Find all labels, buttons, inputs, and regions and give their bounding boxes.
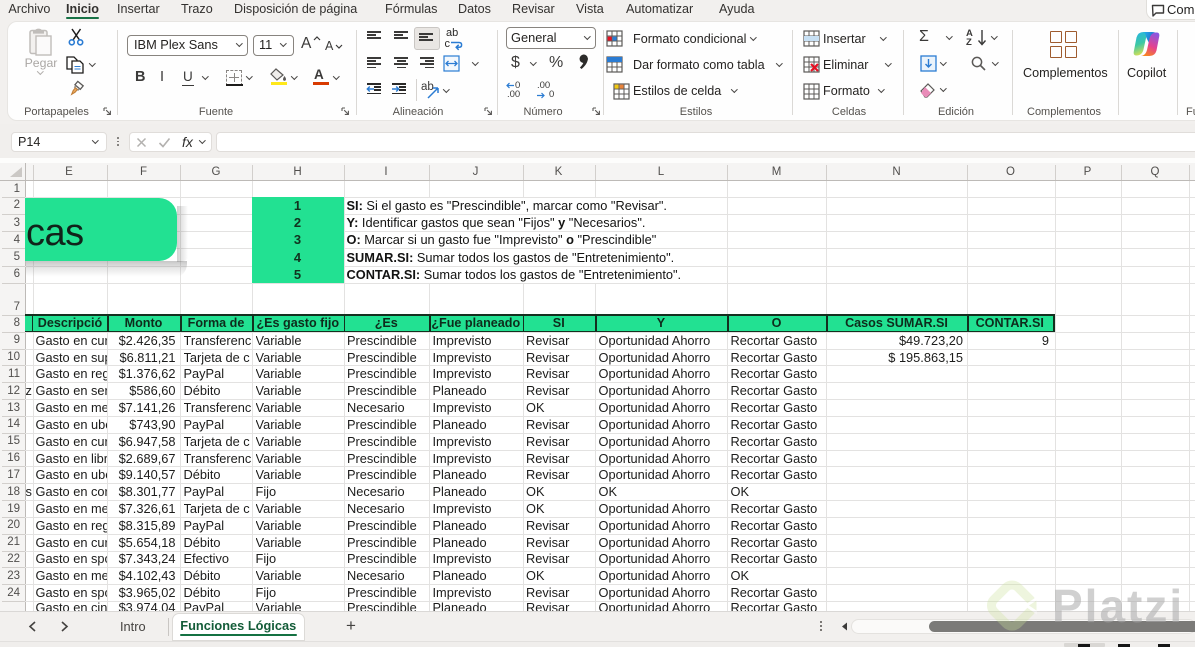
svg-text:Platzi: Platzi [1052,580,1184,632]
